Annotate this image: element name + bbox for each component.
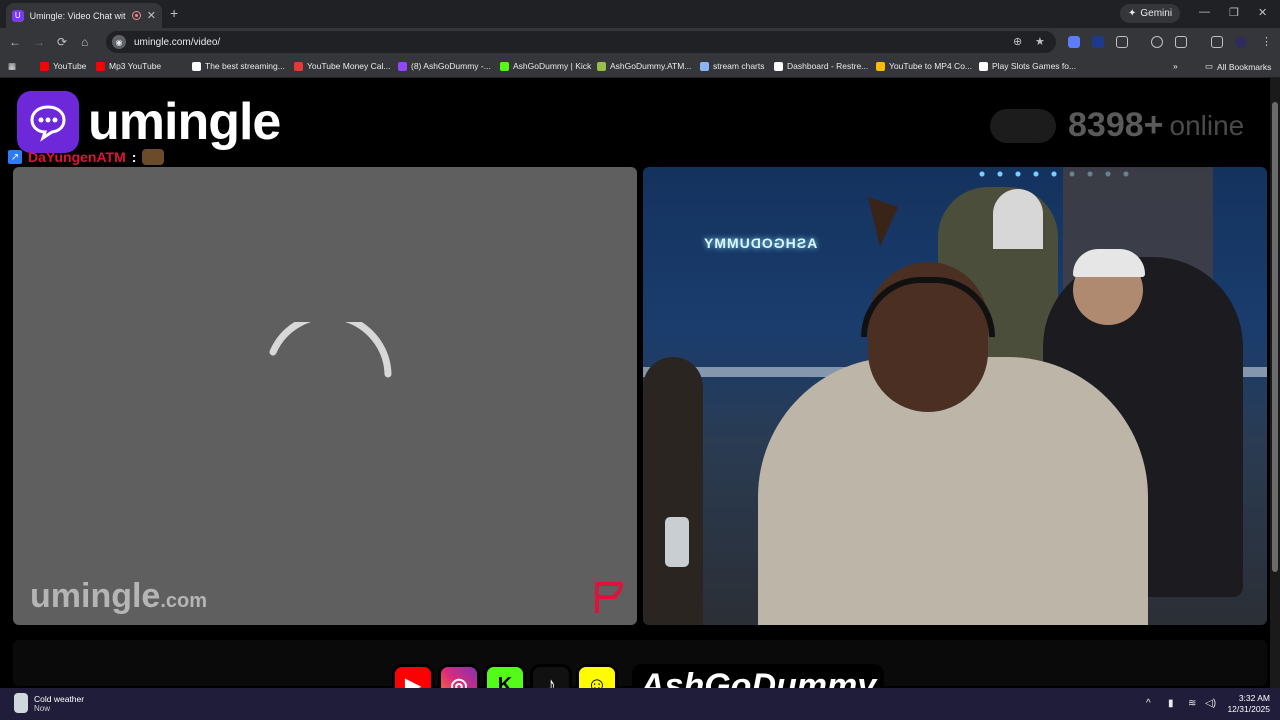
- chat-username: DaYungenATM: [28, 149, 126, 165]
- volume-icon[interactable]: ◁): [1205, 698, 1216, 709]
- bookmark-star-icon[interactable]: ★: [1035, 35, 1045, 49]
- bookmark-item[interactable]: AshGoDummy.ATM...: [597, 61, 691, 71]
- report-flag-icon[interactable]: [591, 579, 629, 617]
- new-tab-button[interactable]: +: [170, 5, 178, 21]
- twitch-icon: [398, 61, 407, 71]
- gemini-button[interactable]: ✦ Gemini: [1120, 4, 1181, 23]
- charts-icon: [700, 61, 709, 71]
- weather-title: Cold weather: [34, 693, 85, 704]
- chevron-up-icon[interactable]: ^: [1146, 698, 1151, 709]
- pennant-flag: [868, 197, 898, 247]
- bookmark-item[interactable]: Dashboard - Restre...: [774, 61, 868, 71]
- youtube-icon: [96, 61, 105, 71]
- site-info-icon[interactable]: ◉: [112, 35, 126, 49]
- back-button[interactable]: ←: [9, 35, 21, 49]
- bookmark-item[interactable]: The best streaming...: [192, 61, 285, 71]
- page-scrollbar[interactable]: [1270, 78, 1280, 688]
- neon-sign: ASHGODUMMY: [703, 235, 818, 251]
- gemini-label: Gemini: [1140, 8, 1173, 19]
- scrollbar-thumb[interactable]: [1272, 102, 1278, 572]
- all-bookmarks-button[interactable]: ▭ All Bookmarks: [1205, 61, 1271, 72]
- zoom-icon[interactable]: ⊕: [1013, 35, 1022, 49]
- weather-widget[interactable]: Cold weather Now: [14, 693, 84, 713]
- youtube-icon: [40, 61, 49, 71]
- calculator-icon: [294, 61, 303, 71]
- bookmarks-bar: ▦ YouTube Mp3 YouTube The best streaming…: [0, 56, 1280, 78]
- chat-bubble-icon: [30, 105, 66, 142]
- self-video-panel: ASHGODUMMY: [643, 167, 1267, 625]
- restream-icon: [774, 61, 783, 71]
- recording-icon: [132, 11, 141, 20]
- address-bar[interactable]: ◉ umingle.com/video/: [106, 31, 1056, 53]
- bookmark-item[interactable]: (8) AshGoDummy -...: [398, 61, 491, 71]
- stream-chat-message: ↗ DaYungenATM :: [8, 149, 165, 165]
- online-count: 8398+: [1068, 106, 1164, 144]
- white-cap: [993, 189, 1043, 249]
- bookmark-item[interactable]: YouTube: [40, 61, 86, 71]
- clock-time: 3:32 AM: [1238, 693, 1270, 703]
- extensions-puzzle-icon[interactable]: [1116, 36, 1128, 48]
- online-counter: 8398+ online: [990, 106, 1244, 145]
- url-text: umingle.com/video/: [134, 36, 221, 48]
- bookmarks-overflow-icon[interactable]: »: [1173, 61, 1178, 71]
- forward-button[interactable]: →: [33, 35, 45, 49]
- person-left: [643, 357, 703, 625]
- settings-toggle[interactable]: [990, 108, 1056, 143]
- white-cap: [1073, 249, 1145, 277]
- extension-icon[interactable]: [1092, 36, 1104, 48]
- umingle-watermark: umingle.com: [30, 577, 208, 615]
- close-window-button[interactable]: ✕: [1258, 6, 1267, 19]
- wifi-icon[interactable]: ≋: [1188, 698, 1196, 709]
- bookmark-item[interactable]: YouTube to MP4 Co...: [876, 61, 972, 71]
- umingle-favicon-icon: U: [12, 9, 24, 22]
- restore-button[interactable]: ❐: [1229, 6, 1239, 19]
- reload-button[interactable]: ⟳: [57, 35, 67, 49]
- reading-list-icon[interactable]: [1211, 36, 1223, 48]
- home-button[interactable]: ⌂: [81, 35, 88, 49]
- minimize-button[interactable]: —: [1199, 6, 1210, 18]
- tab-umingle[interactable]: U Umingle: Video Chat with St ✕: [6, 3, 162, 28]
- kick-icon: ↗: [8, 150, 22, 164]
- close-tab-icon[interactable]: ✕: [147, 9, 156, 22]
- converter-icon: [876, 61, 885, 71]
- kick-icon: [500, 61, 509, 71]
- sparkle-icon: ✦: [1128, 8, 1137, 19]
- microphone-icon[interactable]: ▮: [1168, 698, 1174, 709]
- umingle-logo-icon[interactable]: [17, 91, 79, 153]
- menu-icon[interactable]: ⋮: [1261, 35, 1272, 49]
- profile-avatar[interactable]: [1235, 36, 1247, 48]
- tab-title: Umingle: Video Chat with St: [29, 10, 126, 21]
- taskbar: Cold weather Now ^ ▮ ≋ ◁) 3:32 AM 12/31/…: [0, 688, 1280, 720]
- bookmark-item[interactable]: Play Slots Games fo...: [979, 61, 1076, 71]
- extension-icon[interactable]: [1068, 36, 1080, 48]
- loading-spinner-icon: [269, 322, 392, 378]
- slots-icon: [979, 61, 988, 71]
- system-clock[interactable]: 3:32 AM 12/31/2025: [1222, 693, 1270, 715]
- clock-date: 12/31/2025: [1227, 704, 1270, 714]
- bookmark-item[interactable]: Mp3 YouTube: [96, 61, 161, 71]
- thermometer-icon: [14, 693, 28, 713]
- stranger-video-panel: umingle.com: [13, 167, 637, 625]
- online-label: online: [1169, 109, 1245, 141]
- site-logo-text[interactable]: umingle: [88, 92, 281, 152]
- emote-icon: [142, 149, 165, 165]
- bookmark-item[interactable]: AshGoDummy | Kick: [500, 61, 591, 71]
- history-icon[interactable]: [1151, 36, 1163, 48]
- weather-subtitle: Now: [34, 703, 51, 713]
- cast-icon[interactable]: [1175, 36, 1187, 48]
- tab-strip: U Umingle: Video Chat with St ✕ + ✦ Gemi…: [0, 0, 1280, 28]
- folder-icon: ▭: [1205, 61, 1214, 71]
- chat-separator: :: [131, 149, 137, 165]
- apps-icon[interactable]: ▦: [8, 61, 16, 72]
- drink-can: [665, 517, 689, 567]
- bookmark-item[interactable]: stream charts: [700, 61, 765, 71]
- diamond-icon: [192, 61, 201, 71]
- bookmark-item[interactable]: YouTube Money Cal...: [294, 61, 390, 71]
- shopify-icon: [597, 61, 606, 71]
- browser-toolbar: ← → ⟳ ⌂ ◉ umingle.com/video/ ⊕ ★ ⋮: [0, 28, 1280, 56]
